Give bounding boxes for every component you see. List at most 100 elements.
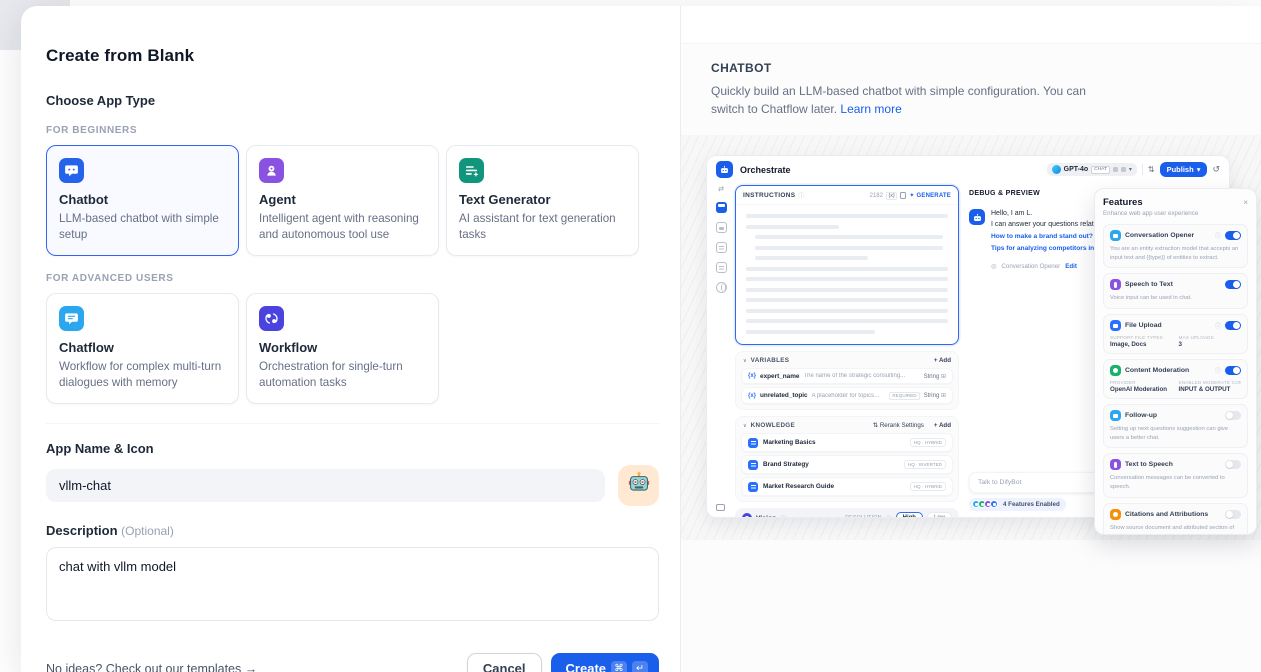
chevron-down-icon: ∨ (743, 423, 747, 429)
variables-icon: {x} (886, 192, 897, 200)
arrow-right-icon: → (245, 662, 258, 672)
feature-toggle (1225, 411, 1241, 420)
variables-header: VARIABLES (751, 357, 790, 364)
app-avatar-icon (716, 161, 733, 178)
for-advanced-label: FOR ADVANCED USERS (46, 273, 659, 284)
add-knowledge-button: + Add (934, 422, 951, 429)
templates-link[interactable]: No ideas? Check out our templates → (46, 662, 257, 672)
sidebar-orchestrate-icon (716, 202, 727, 213)
chevron-down-icon: ∨ (743, 358, 747, 364)
history-icon: ↺ (1212, 164, 1220, 175)
preview-illustration-area: Orchestrate GPT-4o CHAT ▾ ⇅ (681, 135, 1261, 540)
app-icon-picker-button[interactable] (618, 465, 659, 506)
feature-card-citations: Citations and Attributions Show source d… (1103, 503, 1248, 535)
model-selector: GPT-4o CHAT ▾ (1047, 163, 1137, 176)
feature-card-conversation-opener: Conversation Opener ⓘ You are an entity … (1103, 224, 1248, 268)
index-mode-badge: HQ · HYBRID (910, 482, 946, 491)
feature-toggle (1225, 510, 1241, 519)
text-generator-icon (459, 158, 484, 183)
app-type-card-chatflow[interactable]: Chatflow Workflow for complex multi-turn… (46, 293, 239, 404)
card-title: Agent (259, 192, 426, 207)
create-button[interactable]: Create ⌘ ↵ (551, 653, 659, 672)
app-name-input[interactable] (46, 469, 605, 502)
preview-pane: CHATBOT Quickly build an LLM-based chatb… (680, 6, 1261, 672)
app-type-card-workflow[interactable]: Workflow Orchestration for single-turn a… (246, 293, 439, 404)
features-enabled-badge: 4 Features Enabled (969, 498, 1066, 511)
features-subtitle: Enhance web app user experience (1103, 210, 1248, 217)
resolution-high-pill: High (896, 512, 923, 518)
knowledge-row: Market Research Guide HQ · HYBRID (741, 477, 953, 496)
model-mode-tag: CHAT (1091, 166, 1110, 174)
preview-pane-header-strip (681, 6, 1261, 44)
app-type-card-agent[interactable]: Agent Intelligent agent with reasoning a… (246, 145, 439, 256)
preview-description: Quickly build an LLM-based chatbot with … (711, 82, 1093, 118)
knowledge-row: Brand Strategy HQ · INVERTED (741, 455, 953, 474)
info-icon: ⓘ (780, 514, 786, 519)
card-desc: Intelligent agent with reasoning and aut… (259, 211, 426, 244)
variable-row: {x} expert_name The name of the strategi… (741, 368, 953, 384)
create-app-dialog: Create from Blank Choose App Type FOR BE… (21, 6, 1261, 672)
optional-label: (Optional) (121, 524, 174, 538)
features-title: Features (1103, 197, 1143, 208)
index-mode-badge: HQ · INVERTED (904, 460, 946, 469)
description-textarea[interactable]: chat with vllm model (46, 547, 659, 621)
publish-button: Publish▾ (1160, 162, 1208, 177)
section-divider (46, 423, 659, 424)
knowledge-section: ∨ KNOWLEDGE ⇅ Rerank Settings + Add Mark… (735, 416, 959, 502)
sidebar-logs-icon (716, 242, 727, 253)
instructions-skeleton (736, 205, 958, 345)
feature-toggle (1225, 280, 1241, 289)
feature-toggle (1225, 460, 1241, 469)
card-title: Text Generator (459, 192, 626, 207)
cancel-button[interactable]: Cancel (467, 653, 542, 672)
follow-up-icon (1110, 410, 1121, 421)
cmd-key-icon: ⌘ (611, 661, 627, 672)
vision-icon (742, 513, 752, 518)
collapse-icon: ⇄ (718, 185, 724, 193)
feature-card-text-to-speech: Text to Speech Conversation messages can… (1103, 453, 1248, 497)
shield-icon (1110, 365, 1121, 376)
features-panel: Features × Enhance web app user experien… (1094, 188, 1257, 535)
card-title: Chatflow (59, 340, 226, 355)
opener-label: Conversation Opener (1001, 263, 1060, 270)
app-name-label: App Name & Icon (46, 441, 659, 456)
vision-section: Vision ⓘ RESOLUTION ⓘ High Low (735, 508, 959, 518)
agent-icon (259, 158, 284, 183)
feature-toggle (1225, 321, 1241, 330)
learn-more-link[interactable]: Learn more (840, 102, 901, 116)
choose-app-type-label: Choose App Type (46, 93, 659, 108)
enter-key-icon: ↵ (632, 661, 648, 672)
settings-sliders-icon: ⇅ (1148, 165, 1155, 174)
document-icon (748, 438, 758, 448)
chatflow-icon (59, 306, 84, 331)
token-count: 2182 (870, 193, 883, 199)
opener-icon: ◎ (991, 263, 996, 270)
card-title: Chatbot (59, 192, 226, 207)
info-icon: ⓘ (1215, 321, 1221, 330)
feature-card-speech-to-text: Speech to Text Voice input can be used i… (1103, 273, 1248, 309)
info-icon: ⓘ (1215, 366, 1221, 375)
variable-icon: {x} (748, 393, 756, 399)
robot-emoji-icon (626, 471, 652, 500)
rerank-settings-button: ⇅ Rerank Settings (873, 422, 924, 429)
copy-icon (900, 192, 906, 199)
advanced-cards-row: Chatflow Workflow for complex multi-turn… (46, 293, 659, 404)
card-desc: Workflow for complex multi-turn dialogue… (59, 359, 226, 392)
opener-edit-link: Edit (1065, 263, 1077, 270)
beginner-cards-row: Chatbot LLM-based chatbot with simple se… (46, 145, 659, 256)
card-desc: LLM-based chatbot with simple setup (59, 211, 226, 244)
chevron-down-icon: ▾ (1197, 165, 1201, 174)
orchestrate-title: Orchestrate (740, 165, 791, 175)
instructions-label: INSTRUCTIONS (743, 192, 795, 199)
bot-avatar-icon (969, 209, 985, 225)
app-type-card-chatbot[interactable]: Chatbot LLM-based chatbot with simple se… (46, 145, 239, 256)
model-params-icon (1121, 167, 1126, 172)
close-icon: × (1243, 198, 1248, 207)
card-desc: AI assistant for text generation tasks (459, 211, 626, 244)
folder-icon (1110, 320, 1121, 331)
model-provider-icon (1052, 165, 1061, 174)
conversation-opener-icon (1110, 230, 1121, 241)
feature-card-follow-up: Follow-up Setting up next questions sugg… (1103, 404, 1248, 448)
document-icon (748, 482, 758, 492)
app-type-card-text-generator[interactable]: Text Generator AI assistant for text gen… (446, 145, 639, 256)
